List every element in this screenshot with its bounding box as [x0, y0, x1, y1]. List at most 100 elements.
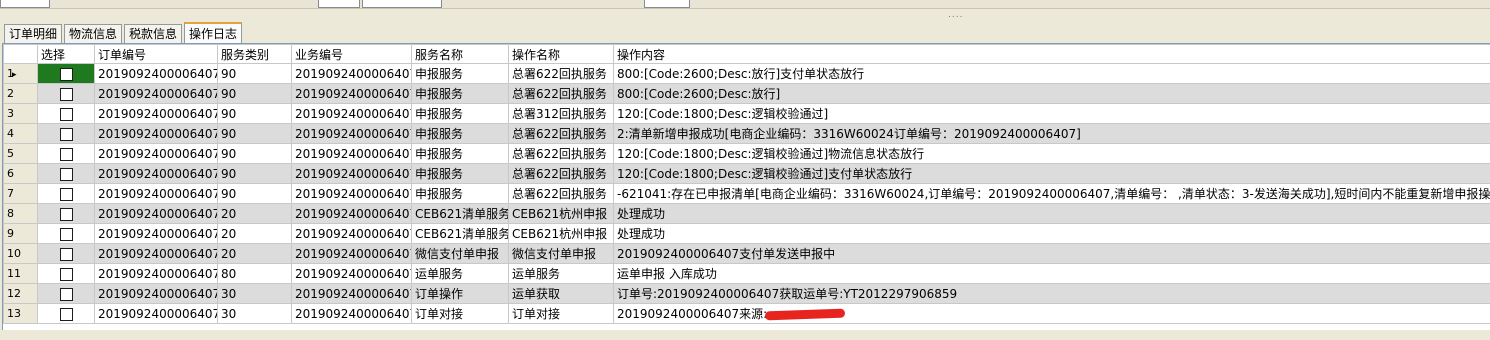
table-row[interactable]: 2 2019092400006407 90 2019092400006407 申报服务总…	[3, 83, 1490, 104]
operation-name-cell: 订单对接	[508, 303, 614, 324]
toolbar-control[interactable]	[362, 0, 442, 8]
row-checkbox[interactable]	[59, 287, 73, 301]
row-indicator[interactable]: 2	[3, 83, 38, 104]
row-checkbox[interactable]	[59, 67, 73, 81]
table-row[interactable]: 4 2019092400006407 90 2019092400006407 申报服务总…	[3, 123, 1490, 144]
table-row[interactable]: 6 2019092400006407 90 2019092400006407 申报服务总…	[3, 163, 1490, 184]
service-category-cell: 90	[217, 143, 292, 164]
order-no-cell: 2019092400006407	[94, 283, 218, 304]
tab-operation-log[interactable]: 操作日志	[184, 22, 243, 43]
table-row[interactable]: 13 2019092400006407 30 2019092400006407 订单对接…	[3, 303, 1490, 324]
header-select[interactable]: 选择	[37, 44, 95, 64]
header-order-no[interactable]: 订单编号	[94, 44, 218, 64]
table-row[interactable]: 3 2019092400006407 90 2019092400006407 申报服务总…	[3, 103, 1490, 124]
row-indicator[interactable]: 7	[3, 183, 38, 204]
table-row[interactable]: 1▸ 2019092400006407 90 2019092400006407 申报服务…	[3, 63, 1490, 84]
header-operation-content[interactable]: 操作内容	[613, 44, 1490, 64]
select-cell[interactable]	[37, 283, 95, 304]
row-checkbox[interactable]	[59, 267, 73, 281]
table-row[interactable]: 10 2019092400006407 20 2019092400006407 微信支付…	[3, 243, 1490, 264]
service-category-cell: 90	[217, 103, 292, 124]
table-row[interactable]: 5 2019092400006407 90 2019092400006407 申报服务总…	[3, 143, 1490, 164]
service-name-cell: CEB621清单服务	[411, 203, 509, 224]
table-row[interactable]: 11 2019092400006407 80 2019092400006407 运单服务…	[3, 263, 1490, 284]
table-row[interactable]: 9 2019092400006407 20 2019092400006407 CEB62…	[3, 223, 1490, 244]
business-no-cell: 2019092400006407	[291, 243, 412, 264]
select-cell[interactable]	[37, 143, 95, 164]
row-indicator[interactable]: 8	[3, 203, 38, 224]
tab-order-detail[interactable]: 订单明细	[4, 24, 63, 43]
table-row[interactable]: 8 2019092400006407 20 2019092400006407 CEB62…	[3, 203, 1490, 224]
header-service-name[interactable]: 服务名称	[411, 44, 509, 64]
tab-tax[interactable]: 税款信息	[124, 24, 183, 43]
row-checkbox[interactable]	[59, 147, 73, 161]
row-indicator[interactable]: 6	[3, 163, 38, 184]
select-cell[interactable]	[37, 83, 95, 104]
service-category-cell: 90	[217, 83, 292, 104]
header-operation-name[interactable]: 操作名称	[508, 44, 614, 64]
select-cell[interactable]	[37, 123, 95, 144]
toolbar-control[interactable]	[0, 0, 50, 8]
service-category-cell: 20	[217, 243, 292, 264]
row-indicator[interactable]: 10	[3, 243, 38, 264]
order-no-cell: 2019092400006407	[94, 63, 218, 84]
row-checkbox[interactable]	[59, 307, 73, 321]
table-row[interactable]: 12 2019092400006407 30 2019092400006407 订单操作…	[3, 283, 1490, 304]
service-name-cell: 申报服务	[411, 63, 509, 84]
row-checkbox[interactable]	[59, 207, 73, 221]
service-name-cell: CEB621清单服务	[411, 223, 509, 244]
operation-content-cell: 120:[Code:1800;Desc:逻辑校验通过]支付单状态放行	[613, 163, 1490, 184]
header-business-no[interactable]: 业务编号	[291, 44, 412, 64]
operation-content-cell: 120:[Code:1800;Desc:逻辑校验通过]	[613, 103, 1490, 124]
operation-name-cell: 微信支付单申报	[508, 243, 614, 264]
splitter[interactable]: ....	[0, 9, 1490, 20]
row-indicator[interactable]: 3	[3, 103, 38, 124]
select-cell[interactable]	[37, 303, 95, 324]
row-checkbox[interactable]	[59, 87, 73, 101]
service-name-cell: 申报服务	[411, 123, 509, 144]
business-no-cell: 2019092400006407	[291, 143, 412, 164]
row-indicator[interactable]: 13	[3, 303, 38, 324]
select-cell[interactable]	[37, 103, 95, 124]
row-indicator[interactable]: 11	[3, 263, 38, 284]
operation-name-cell: 总署622回执服务	[508, 163, 614, 184]
service-name-cell: 订单操作	[411, 283, 509, 304]
business-no-cell: 2019092400006407	[291, 263, 412, 284]
tab-logistics[interactable]: 物流信息	[64, 24, 123, 43]
toolbar-control[interactable]	[318, 0, 360, 8]
row-indicator[interactable]: 12	[3, 283, 38, 304]
operation-name-cell: CEB621杭州申报	[508, 223, 614, 244]
select-cell[interactable]	[37, 183, 95, 204]
service-name-cell: 微信支付单申报	[411, 243, 509, 264]
header-service-category[interactable]: 服务类别	[217, 44, 292, 64]
operation-content-cell: 订单号:2019092400006407获取运单号:YT201229790685…	[613, 283, 1490, 304]
toolbar-control[interactable]	[644, 0, 690, 8]
row-checkbox[interactable]	[59, 227, 73, 241]
service-category-cell: 80	[217, 263, 292, 284]
business-no-cell: 2019092400006407	[291, 303, 412, 324]
operation-content-cell: 2019092400006407来源:	[613, 303, 1490, 324]
header-row: 选择 订单编号 服务类别 业务编号 服务名称 操作名称 操作内容	[3, 44, 1490, 64]
row-indicator[interactable]: 9	[3, 223, 38, 244]
select-cell[interactable]	[37, 63, 95, 84]
row-indicator[interactable]: 4	[3, 123, 38, 144]
operation-log-grid[interactable]: 选择 订单编号 服务类别 业务编号 服务名称 操作名称 操作内容 1▸ 20190…	[2, 43, 1490, 331]
row-checkbox[interactable]	[59, 107, 73, 121]
header-indicator	[3, 44, 38, 64]
operation-content-cell: 800:[Code:2600;Desc:放行]支付单状态放行	[613, 63, 1490, 84]
select-cell[interactable]	[37, 263, 95, 284]
row-checkbox[interactable]	[59, 167, 73, 181]
operation-name-cell: 总署622回执服务	[508, 63, 614, 84]
select-cell[interactable]	[37, 223, 95, 244]
select-cell[interactable]	[37, 243, 95, 264]
row-checkbox[interactable]	[59, 247, 73, 261]
service-category-cell: 90	[217, 63, 292, 84]
row-indicator[interactable]: 5	[3, 143, 38, 164]
row-checkbox[interactable]	[59, 187, 73, 201]
operation-content-cell: 2:清单新增申报成功[电商企业编码：3316W60024订单编号：2019092…	[613, 123, 1490, 144]
table-row[interactable]: 7 2019092400006407 90 2019092400006407 申报服务总…	[3, 183, 1490, 204]
row-indicator[interactable]: 1▸	[3, 63, 38, 84]
row-checkbox[interactable]	[59, 127, 73, 141]
select-cell[interactable]	[37, 163, 95, 184]
select-cell[interactable]	[37, 203, 95, 224]
